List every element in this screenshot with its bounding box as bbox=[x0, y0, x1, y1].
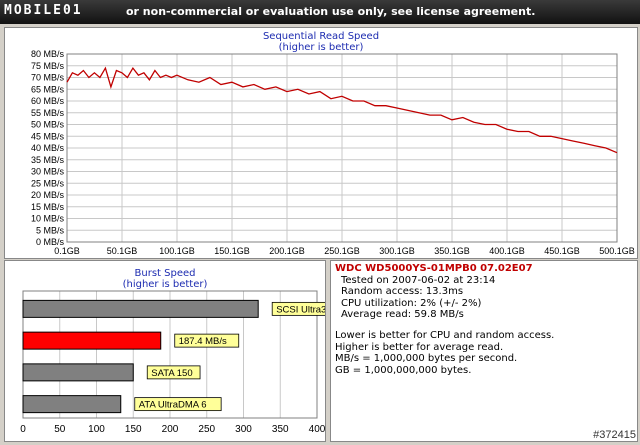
bar-label: 187.4 MB/s bbox=[179, 336, 227, 347]
watermark: #372415 bbox=[593, 429, 636, 441]
sequential-read-panel: Sequential Read Speed (higher is better)… bbox=[4, 27, 638, 259]
x-tick-label: 300 bbox=[235, 424, 252, 435]
burst-bar bbox=[22, 395, 122, 414]
burst-chart-subtitle: (higher is better) bbox=[122, 279, 208, 290]
y-tick-label: 60 MB/s bbox=[31, 96, 65, 106]
x-tick-label: 300.1GB bbox=[379, 246, 415, 256]
y-tick-label: 55 MB/s bbox=[31, 108, 65, 118]
random-access: Random access: 13.3ms bbox=[341, 286, 464, 298]
x-tick-label: 400.1GB bbox=[489, 246, 525, 256]
x-tick-label: 200 bbox=[162, 424, 179, 435]
y-tick-label: 40 MB/s bbox=[31, 143, 65, 153]
y-tick-label: 65 MB/s bbox=[31, 84, 65, 94]
y-tick-label: 10 MB/s bbox=[31, 214, 65, 224]
y-tick-label: 5 MB/s bbox=[36, 225, 65, 235]
burst-speed-panel: Burst Speed (higher is better) 0 50 100 150… bbox=[4, 260, 354, 442]
burst-chart-title: Burst Speed bbox=[134, 268, 196, 279]
sequential-read-chart: 0 MB/s5 MB/s10 MB/s15 MB/s20 MB/s25 MB/s… bbox=[31, 49, 635, 256]
x-tick-label: 150 bbox=[125, 424, 142, 435]
bar-label: SCSI Ultra320 bbox=[276, 304, 325, 315]
note-higher-better: Higher is better for average read. bbox=[335, 341, 504, 353]
y-tick-label: 15 MB/s bbox=[31, 202, 65, 212]
burst-bar bbox=[22, 363, 134, 382]
average-read: Average read: 59.8 MB/s bbox=[341, 309, 464, 321]
x-tick-label: 400 bbox=[309, 424, 325, 435]
note-mbps-definition: MB/s = 1,000,000 bytes per second. bbox=[335, 353, 518, 365]
x-tick-label: 450.1GB bbox=[544, 246, 580, 256]
x-tick-label: 50.1GB bbox=[107, 246, 138, 256]
bar-label: SATA 150 bbox=[151, 368, 192, 379]
y-tick-label: 30 MB/s bbox=[31, 167, 65, 177]
y-tick-label: 20 MB/s bbox=[31, 190, 65, 200]
burst-bar bbox=[22, 299, 259, 318]
y-tick-label: 25 MB/s bbox=[31, 178, 65, 188]
y-tick-label: 75 MB/s bbox=[31, 61, 65, 71]
x-tick-label: 350 bbox=[272, 424, 289, 435]
y-tick-label: 70 MB/s bbox=[31, 73, 65, 83]
x-tick-label: 50 bbox=[54, 424, 66, 435]
y-tick-label: 35 MB/s bbox=[31, 155, 65, 165]
burst-bar bbox=[22, 331, 162, 350]
x-tick-label: 100.1GB bbox=[159, 246, 195, 256]
cpu-utilization: CPU utilization: 2% (+/- 2%) bbox=[341, 297, 482, 309]
title-bar: MOBILE01 or non-commercial or evaluation… bbox=[0, 0, 640, 24]
note-gb-definition: GB = 1,000,000,000 bytes. bbox=[335, 364, 472, 376]
x-tick-label: 250.1GB bbox=[324, 246, 360, 256]
y-tick-label: 50 MB/s bbox=[31, 120, 65, 130]
x-tick-label: 0.1GB bbox=[54, 246, 80, 256]
license-notice: or non-commercial or evaluation use only… bbox=[126, 5, 536, 18]
x-tick-label: 500.1GB bbox=[599, 246, 635, 256]
x-tick-label: 350.1GB bbox=[434, 246, 470, 256]
x-tick-label: 100 bbox=[88, 424, 105, 435]
seq-chart-subtitle: (higher is better) bbox=[278, 42, 364, 53]
x-tick-label: 150.1GB bbox=[214, 246, 250, 256]
note-lower-better: Lower is better for CPU and random acces… bbox=[335, 329, 555, 341]
x-tick-label: 200.1GB bbox=[269, 246, 305, 256]
x-tick-label: 250 bbox=[198, 424, 215, 435]
bar-label: ATA UltraDMA 6 bbox=[139, 400, 207, 411]
seq-chart-title: Sequential Read Speed bbox=[262, 31, 380, 42]
site-logo: MOBILE01 bbox=[4, 3, 83, 18]
drive-model: WDC WD5000YS-01MPB0 07.02E07 bbox=[335, 263, 533, 274]
x-tick-label: 0 bbox=[20, 424, 26, 435]
info-panel: WDC WD5000YS-01MPB0 07.02E07 Tested on 2… bbox=[330, 260, 638, 442]
tested-date: Tested on 2007-06-02 at 23:14 bbox=[341, 274, 496, 286]
y-tick-label: 45 MB/s bbox=[31, 131, 65, 141]
